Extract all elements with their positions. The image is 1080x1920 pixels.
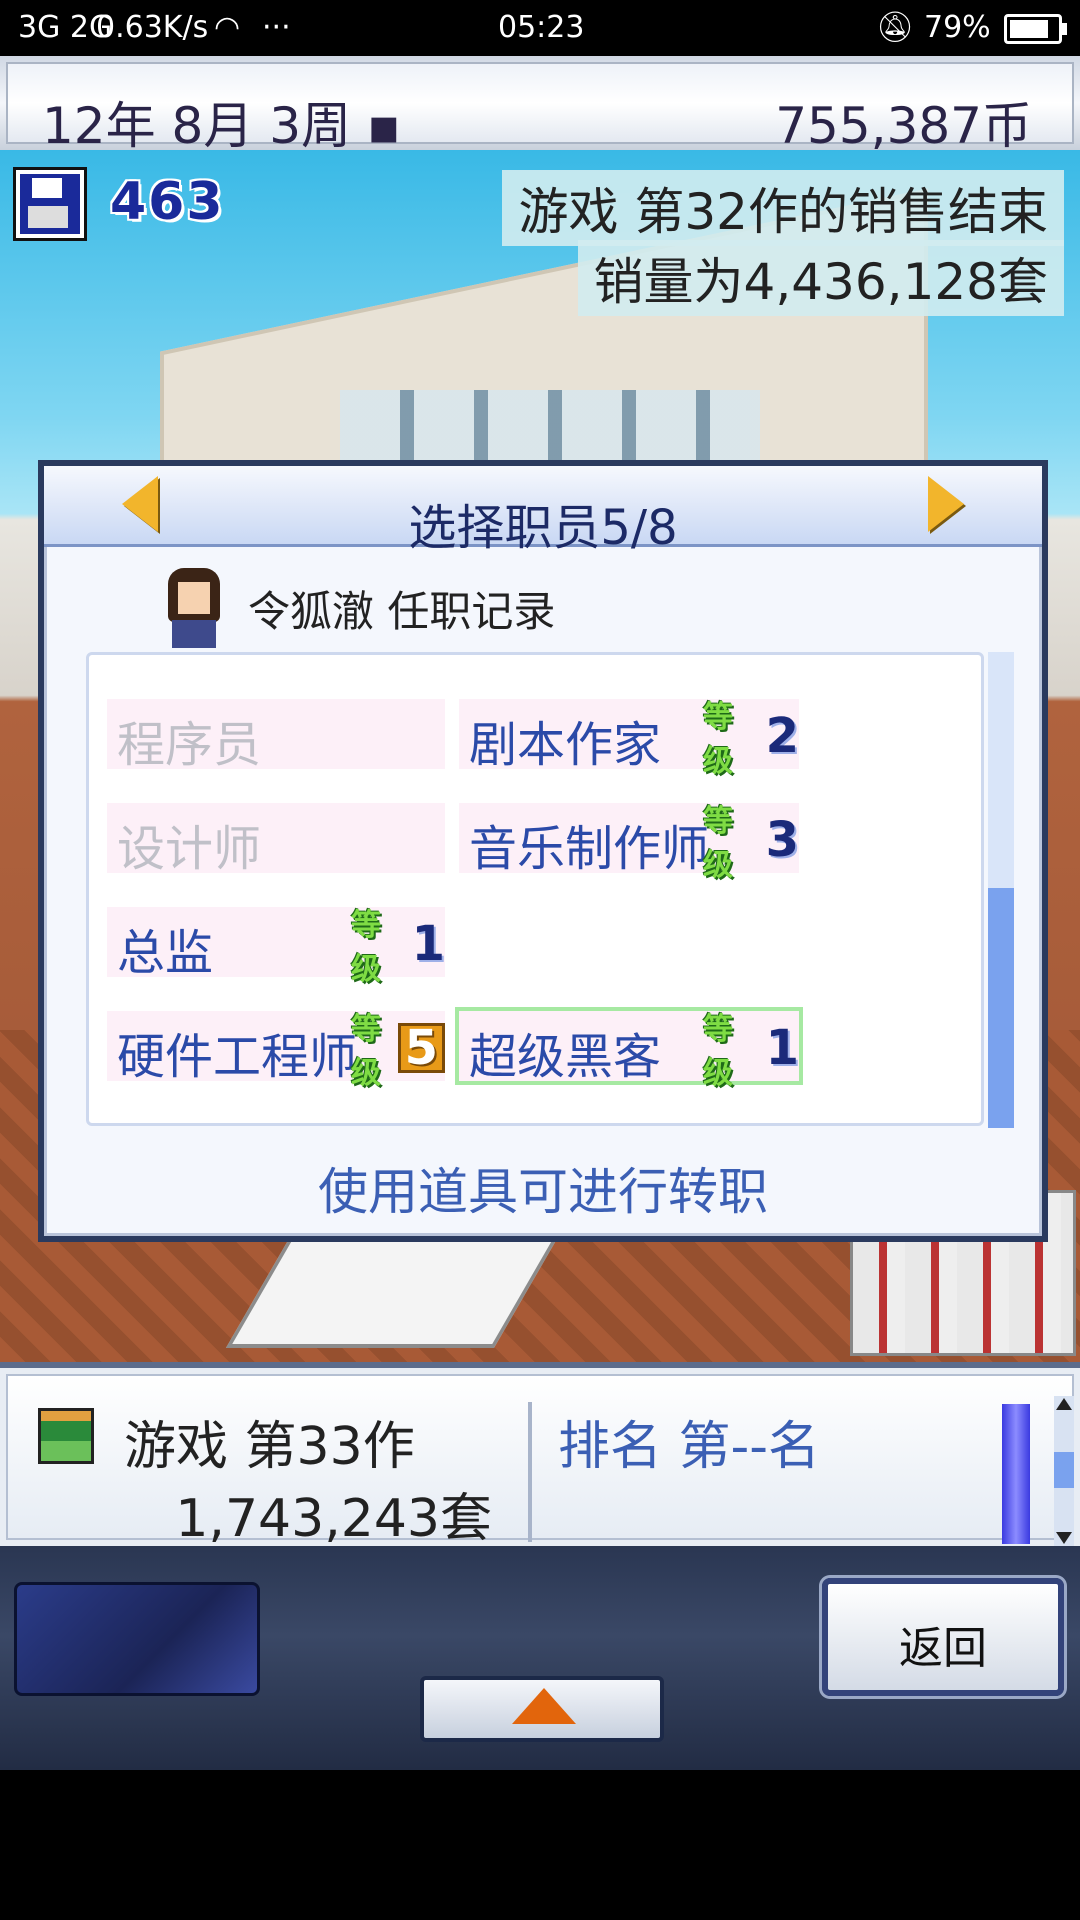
- floppy-disk-icon[interactable]: [16, 170, 84, 238]
- level-badge: 等级 1: [703, 1012, 799, 1091]
- clock: 05:23: [498, 10, 585, 45]
- job-super-hacker[interactable]: 超级黑客 等级 1: [455, 1007, 803, 1091]
- back-button[interactable]: 返回: [822, 1578, 1064, 1696]
- job-change-hint: 使用道具可进行转职: [318, 1163, 768, 1221]
- job-director[interactable]: 总监 等级 1: [107, 907, 445, 987]
- battery-icon: [1004, 14, 1067, 44]
- dialog-title: 选择职员5/8: [408, 500, 678, 556]
- job-label: 总监: [117, 925, 214, 981]
- select-staff-dialog: 选择职员5/8 令狐澈 任职记录 程序员 剧本作家 等级 2 设计师 音乐制作师…: [38, 460, 1048, 1242]
- office-scene[interactable]: 463 游戏 第32作的销售结束 销量为4,436,128套 选择职员5/8 令…: [0, 150, 1080, 1362]
- scrollbar-thumb[interactable]: [1054, 1452, 1074, 1488]
- dialog-header: 选择职员5/8: [44, 466, 1042, 556]
- bell-muted-icon: 🔕︎: [876, 10, 915, 45]
- rank-gauge: [1002, 1404, 1030, 1544]
- job-label: 设计师: [117, 821, 262, 877]
- top-info-bar: 12年 8月 3周 ▪ 755,387币: [0, 56, 1080, 155]
- job-music-composer[interactable]: 音乐制作师 等级 3: [459, 803, 799, 883]
- status-bar: 3G 2G 0.63K/s ◠ ··· 05:23 🔕︎ 79%: [0, 0, 1080, 56]
- job-label: 音乐制作师: [469, 821, 710, 877]
- notice-line-2: 销量为4,436,128套: [577, 240, 1064, 316]
- job-hardware-engineer[interactable]: 硬件工程师 等级 5: [107, 1011, 445, 1091]
- game-date: 12年 8月 3周 ▪: [42, 97, 401, 155]
- back-button-label: 返回: [899, 1623, 987, 1674]
- job-history-panel: 程序员 剧本作家 等级 2 设计师 音乐制作师 等级 3 总监 等级 1 硬件工…: [86, 652, 984, 1126]
- game-rank: 排名 第--名: [558, 1417, 821, 1477]
- staff-name: 令狐澈 任职记录: [248, 587, 556, 636]
- job-label: 超级黑客: [469, 1029, 662, 1085]
- game-info-panel: 游戏 第33作 1,743,243套 排名 第--名: [0, 1362, 1080, 1552]
- current-game-sales: 1,743,243套: [175, 1489, 492, 1549]
- bottom-controls: 返回: [0, 1546, 1080, 1770]
- scroll-down-icon[interactable]: [1056, 1532, 1072, 1544]
- job-programmer[interactable]: 程序员: [107, 699, 445, 773]
- job-label: 剧本作家: [469, 717, 662, 773]
- screen-bottom: [0, 1770, 1080, 1920]
- next-staff-arrow-icon[interactable]: [928, 476, 964, 532]
- expand-up-button[interactable]: [420, 1676, 664, 1742]
- battery-percent: 79%: [924, 10, 991, 45]
- game-cartridge-icon: [38, 1408, 94, 1464]
- job-scriptwriter[interactable]: 剧本作家 等级 2: [459, 699, 799, 779]
- notice-line-1: 游戏 第32作的销售结束: [502, 170, 1064, 246]
- up-arrow-icon: [512, 1688, 576, 1724]
- menu-button[interactable]: [14, 1582, 260, 1696]
- more-icon: ···: [262, 10, 291, 45]
- wifi-icon: ◠: [214, 10, 241, 45]
- current-game-name: 游戏 第33作: [124, 1417, 415, 1477]
- money-amount: 755,387币: [775, 97, 1032, 155]
- level-badge: 等级 2: [703, 700, 799, 779]
- job-label: 硬件工程师: [117, 1029, 358, 1085]
- save-count: 463: [110, 172, 225, 232]
- level-badge: 等级 5: [351, 1012, 445, 1091]
- level-badge: 等级 1: [351, 908, 445, 987]
- staff-avatar: [164, 568, 224, 648]
- job-label: 程序员: [117, 717, 262, 773]
- scrollbar-thumb[interactable]: [988, 888, 1014, 1128]
- info-scrollbar[interactable]: [1054, 1396, 1074, 1546]
- dialog-scrollbar[interactable]: [988, 652, 1014, 1128]
- panel-divider: [528, 1402, 532, 1542]
- level-badge: 等级 3: [703, 804, 799, 883]
- network-speed: 0.63K/s: [96, 10, 209, 45]
- scroll-up-icon[interactable]: [1056, 1398, 1072, 1410]
- job-designer[interactable]: 设计师: [107, 803, 445, 877]
